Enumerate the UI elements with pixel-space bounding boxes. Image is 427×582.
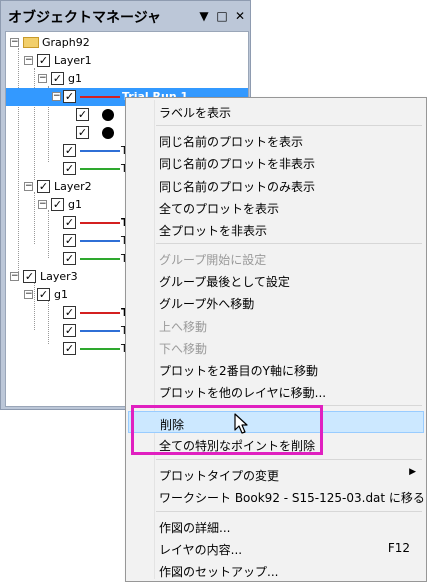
menu-move-to-other-layer[interactable]: プロットを他のレイヤに移動...	[128, 380, 424, 402]
menu-plot-setup[interactable]: 作図のセットアップ...	[128, 559, 424, 581]
menu-show-same-name[interactable]: 同じ名前のプロットを表示	[128, 129, 424, 151]
layer3-label: Layer3	[40, 270, 78, 283]
collapse-icon[interactable]: −	[10, 272, 19, 281]
context-menu: ラベルを表示 同じ名前のプロットを表示 同じ名前のプロットを非表示 同じ名前のプ…	[125, 97, 427, 582]
group-checkbox[interactable]: ✓	[51, 72, 64, 85]
graph-label: Graph92	[42, 36, 90, 49]
menu-set-group-end[interactable]: グループ最後として設定	[128, 269, 424, 291]
collapse-icon[interactable]: −	[38, 74, 47, 83]
red-line-swatch	[80, 312, 120, 314]
blue-line-swatch	[80, 240, 120, 242]
shortcut-label: F12	[387, 541, 410, 555]
green-line-swatch	[80, 348, 120, 350]
point-checkbox[interactable]: ✓	[76, 126, 89, 139]
menu-set-group-start[interactable]: グループ開始に設定	[128, 247, 424, 269]
collapse-icon[interactable]: −	[24, 56, 33, 65]
menu-separator	[156, 511, 422, 512]
group-label: g1	[54, 288, 68, 301]
menu-show-label[interactable]: ラベルを表示	[128, 100, 424, 122]
menu-separator	[156, 125, 422, 126]
blue-line-swatch	[80, 330, 120, 332]
menu-show-only-same-name[interactable]: 同じ名前のプロットのみ表示	[128, 174, 424, 196]
plot-checkbox[interactable]: ✓	[63, 324, 76, 337]
menu-change-plot-type[interactable]: プロットタイプの変更 ▶	[128, 463, 424, 485]
collapse-icon[interactable]: −	[10, 38, 19, 47]
menu-layer-contents[interactable]: レイヤの内容... F12	[128, 537, 424, 559]
green-line-swatch	[80, 258, 120, 260]
group-checkbox[interactable]: ✓	[51, 198, 64, 211]
tree-row-layer1[interactable]: − ✓ Layer1	[6, 52, 248, 70]
point-checkbox[interactable]: ✓	[76, 108, 89, 121]
menu-move-up[interactable]: 上へ移動	[128, 314, 424, 336]
group-label: g1	[68, 198, 82, 211]
plot-checkbox[interactable]: ✓	[63, 234, 76, 247]
layer1-label: Layer1	[54, 54, 92, 67]
menu-move-to-second-y[interactable]: プロットを2番目のY軸に移動	[128, 358, 424, 380]
plot-checkbox[interactable]: ✓	[63, 144, 76, 157]
menu-move-down[interactable]: 下へ移動	[128, 336, 424, 358]
menu-hide-all-plots[interactable]: 全プロットを非表示	[128, 218, 424, 240]
blue-line-swatch	[80, 150, 120, 152]
menu-ungroup[interactable]: グループ外へ移動	[128, 291, 424, 313]
float-window-icon[interactable]: □	[215, 9, 229, 23]
red-line-swatch	[80, 222, 120, 224]
plot-checkbox[interactable]: ✓	[63, 90, 76, 103]
group-label: g1	[68, 72, 82, 85]
submenu-arrow-icon: ▶	[409, 467, 416, 477]
close-icon[interactable]: ✕	[233, 9, 247, 23]
highlight-annotation-box	[131, 405, 323, 455]
menu-goto-worksheet[interactable]: ワークシート Book92 - S15-125-03.dat に移る	[128, 485, 425, 507]
collapse-icon[interactable]: −	[38, 200, 47, 209]
plot-checkbox[interactable]: ✓	[63, 216, 76, 229]
point-marker-icon	[102, 127, 114, 139]
collapse-icon[interactable]: −	[24, 290, 33, 299]
group-checkbox[interactable]: ✓	[37, 288, 50, 301]
collapse-icon[interactable]: −	[24, 182, 33, 191]
layer3-checkbox[interactable]: ✓	[23, 270, 36, 283]
tree-row-group[interactable]: − ✓ g1	[6, 70, 248, 88]
dropdown-icon[interactable]: ▼	[197, 9, 211, 23]
folder-icon	[23, 37, 39, 48]
menu-plot-details[interactable]: 作図の詳細...	[128, 515, 424, 537]
menu-separator	[156, 243, 422, 244]
menu-hide-same-name[interactable]: 同じ名前のプロットを非表示	[128, 151, 424, 173]
menu-separator	[156, 459, 422, 460]
panel-title: オブジェクトマネージャ	[8, 10, 162, 26]
layer2-label: Layer2	[54, 180, 92, 193]
layer2-checkbox[interactable]: ✓	[37, 180, 50, 193]
point-marker-icon	[102, 109, 114, 121]
tree-row-graph[interactable]: − Graph92	[6, 34, 248, 52]
green-line-swatch	[80, 168, 120, 170]
layer1-checkbox[interactable]: ✓	[37, 54, 50, 67]
mouse-cursor-icon	[234, 413, 248, 434]
plot-checkbox[interactable]: ✓	[63, 342, 76, 355]
collapse-icon[interactable]: −	[52, 92, 61, 101]
plot-checkbox[interactable]: ✓	[63, 252, 76, 265]
plot-checkbox[interactable]: ✓	[63, 162, 76, 175]
red-line-swatch	[80, 96, 120, 98]
panel-titlebar: オブジェクトマネージャ ▼ □ ✕	[1, 1, 250, 31]
plot-checkbox[interactable]: ✓	[63, 306, 76, 319]
menu-show-all-plots[interactable]: 全てのプロットを表示	[128, 196, 424, 218]
